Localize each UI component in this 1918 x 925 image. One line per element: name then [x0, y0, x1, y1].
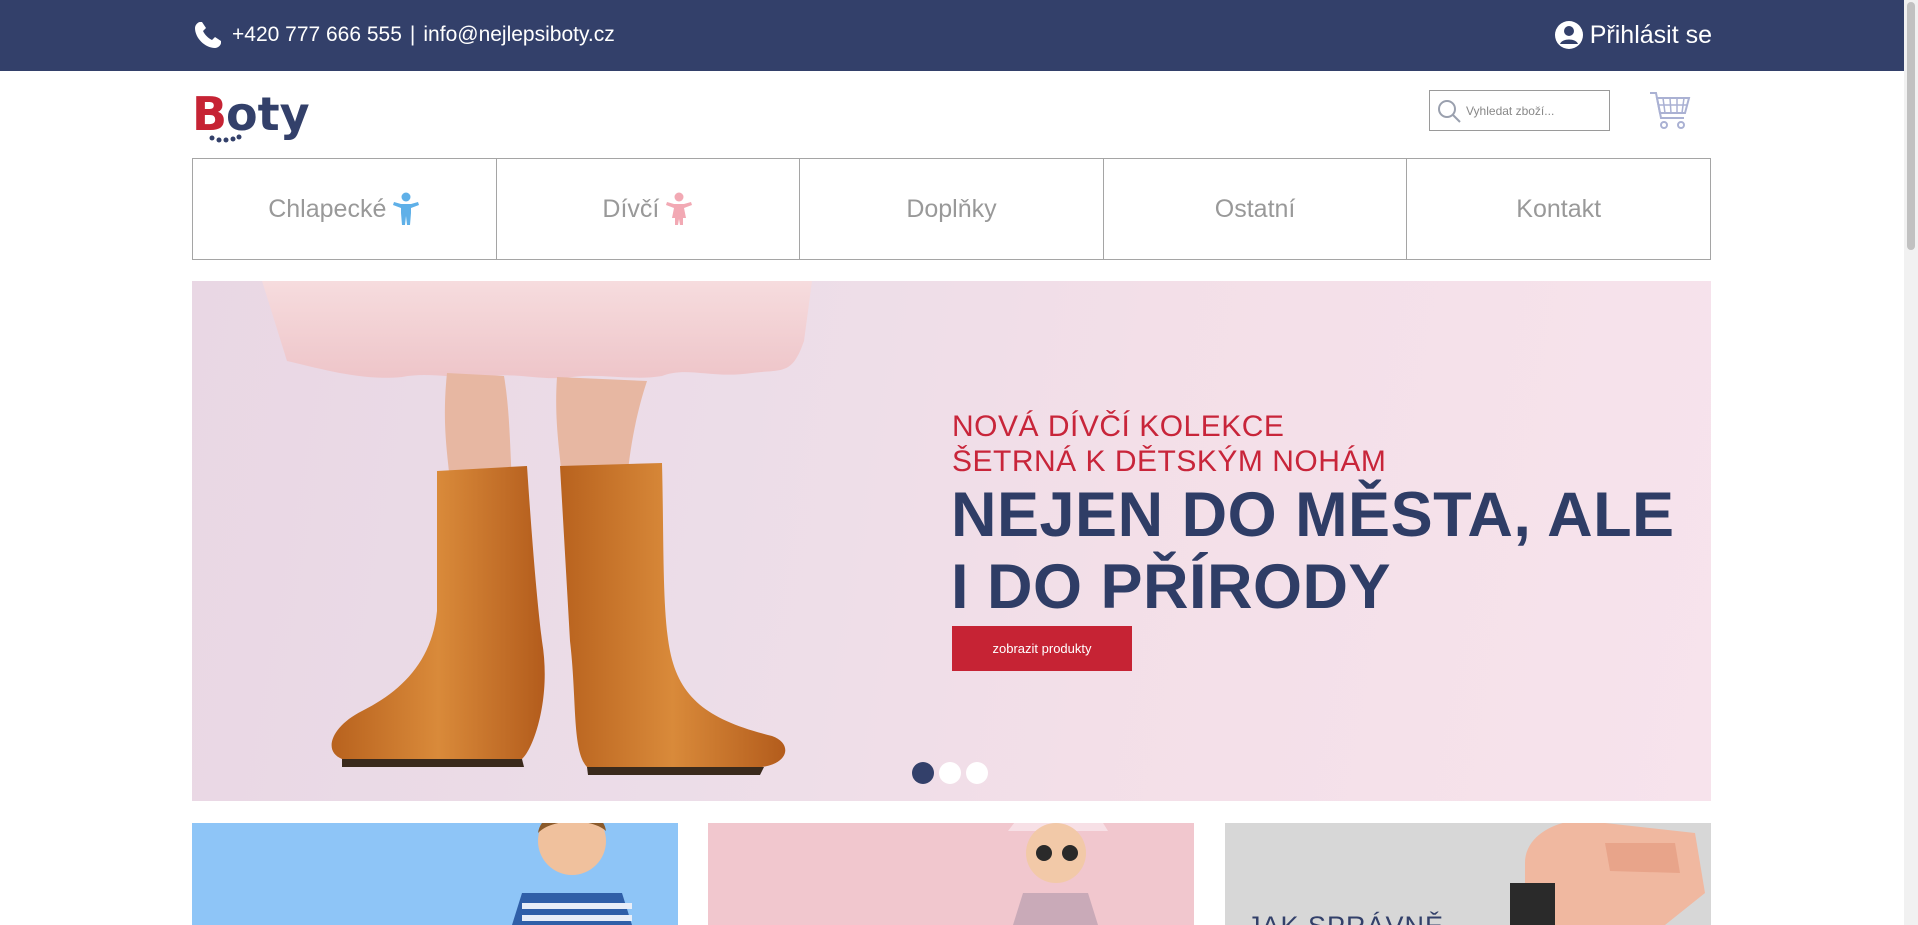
user-icon: [1554, 21, 1583, 49]
girl-icon: [666, 192, 693, 225]
slider-dot-2[interactable]: [939, 762, 961, 784]
main-nav: Chlapecké Dívčí Doplňky Ostatní Kontakt: [192, 158, 1711, 260]
hero-subtitle-line1: NOVÁ DÍVČÍ KOLEKCE: [952, 410, 1285, 443]
phone-icon: [195, 22, 221, 48]
nav-item-label: Chlapecké: [268, 194, 387, 223]
search-icon[interactable]: [1436, 98, 1462, 124]
search-input[interactable]: [1464, 102, 1608, 119]
nav-item-chlapecke[interactable]: Chlapecké: [192, 158, 497, 260]
category-card-guide[interactable]: JAK SPRÁVNĚ: [1225, 823, 1711, 925]
hero-image: [262, 281, 812, 775]
shoe-photo: [1510, 823, 1705, 925]
hero-slider: NOVÁ DÍVČÍ KOLEKCE ŠETRNÁ K DĚTSKÝM NOHÁ…: [192, 281, 1711, 801]
boy-icon: [393, 192, 420, 225]
boy-photo: [512, 823, 632, 925]
search-box[interactable]: [1429, 90, 1610, 131]
nav-item-label: Dívčí: [602, 194, 660, 223]
nav-item-kontakt[interactable]: Kontakt: [1406, 158, 1711, 260]
svg-text:oty: oty: [226, 88, 310, 141]
guide-card-text: JAK SPRÁVNĚ: [1247, 911, 1444, 925]
category-card-girls[interactable]: [708, 823, 1194, 925]
contact-info: +420 777 666 555 | info@nejlepsiboty.cz: [192, 18, 615, 52]
slider-dot-1[interactable]: [912, 762, 934, 784]
login-link[interactable]: Přihlásit se: [1554, 18, 1712, 52]
show-products-button[interactable]: zobrazit produkty: [952, 626, 1132, 671]
nav-item-label: Kontakt: [1516, 194, 1602, 223]
contact-separator: |: [409, 23, 416, 46]
hero-subtitle-line2: ŠETRNÁ K DĚTSKÝM NOHÁM: [952, 445, 1387, 478]
hero-subtitle: NOVÁ DÍVČÍ KOLEKCE ŠETRNÁ K DĚTSKÝM NOHÁ…: [952, 409, 1386, 479]
scrollbar-thumb[interactable]: [1907, 2, 1915, 250]
svg-text:B: B: [192, 88, 227, 141]
nav-item-doplnky[interactable]: Doplňky: [799, 158, 1104, 260]
nav-item-divci[interactable]: Dívčí: [495, 158, 801, 260]
nav-item-label: Ostatní: [1214, 194, 1296, 223]
top-bar: +420 777 666 555 | info@nejlepsiboty.cz …: [0, 0, 1904, 71]
girl-photo: [1008, 823, 1108, 925]
phone-number[interactable]: +420 777 666 555: [232, 23, 402, 47]
page-scrollbar[interactable]: [1904, 0, 1918, 925]
hero-headline: NEJEN DO MĚSTA, ALE I DO PŘÍRODY: [951, 480, 1675, 622]
cart-icon[interactable]: [1648, 88, 1692, 132]
slider-dot-3[interactable]: [966, 762, 988, 784]
email-link[interactable]: info@nejlepsiboty.cz: [423, 23, 614, 47]
nav-item-ostatni[interactable]: Ostatní: [1102, 158, 1408, 260]
slider-dots: [912, 762, 988, 784]
nav-item-label: Doplňky: [906, 194, 997, 223]
category-card-boys[interactable]: [192, 823, 678, 925]
login-label: Přihlásit se: [1589, 20, 1712, 49]
boty-logo[interactable]: B oty: [192, 88, 316, 144]
